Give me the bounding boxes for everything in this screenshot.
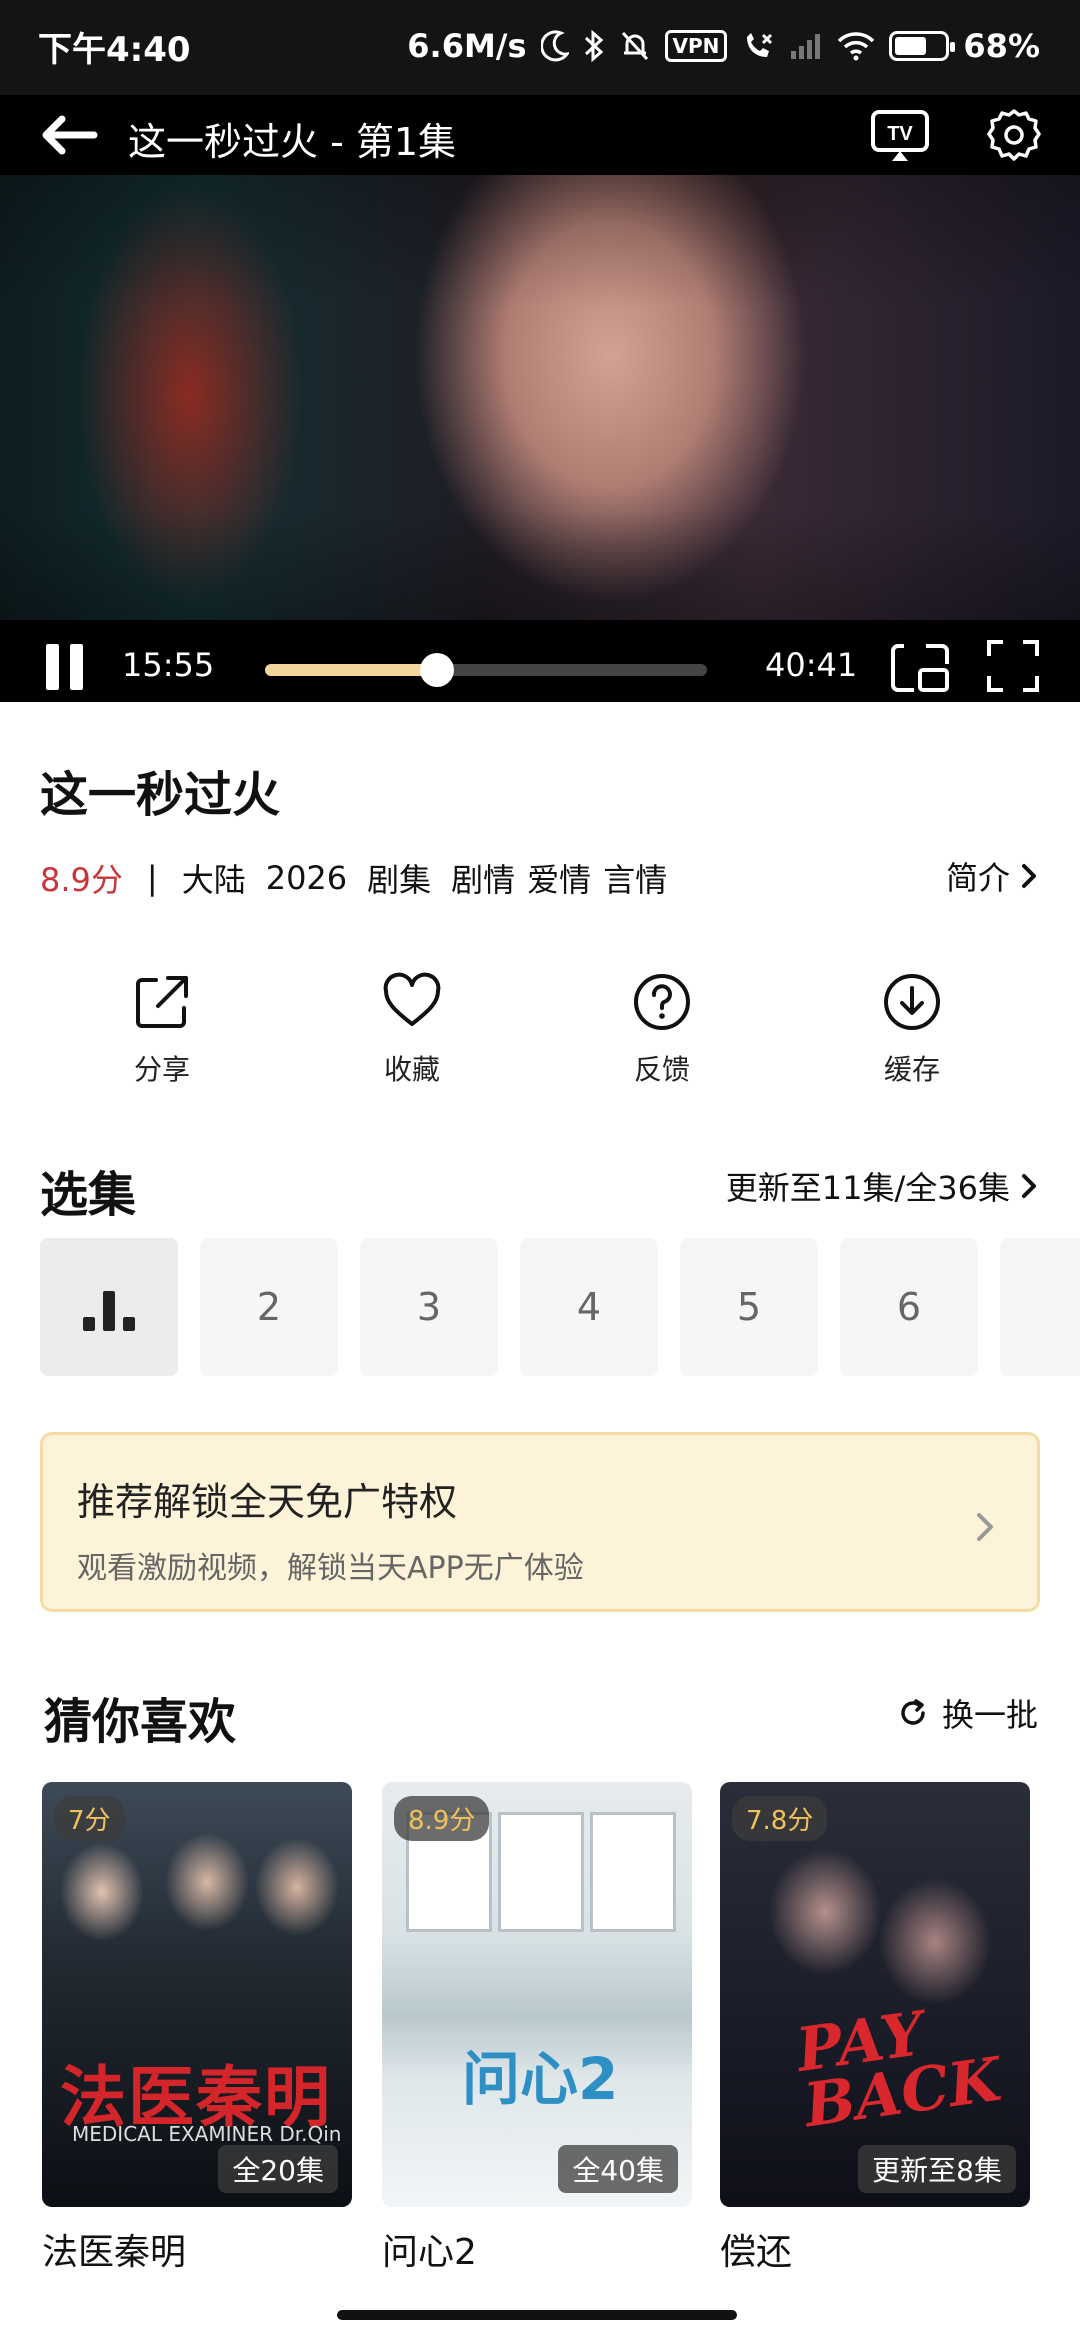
poster-image[interactable]: PAY BACK 7.8分 更新至8集 bbox=[720, 1782, 1030, 2207]
download-button[interactable]: 缓存 bbox=[832, 970, 992, 1088]
show-meta: 8.9分 | 大陆 2026 剧集 剧情 爱情 言情 bbox=[40, 855, 687, 901]
progress-fill bbox=[265, 664, 438, 676]
episode-button[interactable]: 2 bbox=[200, 1238, 338, 1376]
episode-list: 2 3 4 5 6 bbox=[40, 1238, 1080, 1378]
poster-score-badge: 8.9分 bbox=[394, 1796, 490, 1841]
tv-cast-icon[interactable]: TV bbox=[870, 109, 930, 163]
episode-1-button[interactable] bbox=[40, 1238, 178, 1376]
chevron-right-icon bbox=[1022, 1174, 1036, 1198]
player-top-bar: 这一秒过火 - 第1集 TV bbox=[0, 95, 1080, 175]
recommend-title: 猜你喜欢 bbox=[44, 1694, 237, 1750]
current-time: 15:55 bbox=[122, 646, 215, 684]
player-title: 这一秒过火 - 第1集 bbox=[128, 120, 457, 164]
network-speed: 6.6M/s bbox=[407, 27, 527, 65]
ad-free-promo-banner[interactable]: 推荐解锁全天免广特权 观看激励视频，解锁当天APP无广体验 bbox=[40, 1432, 1040, 1612]
action-bar: 分享 收藏 反馈 缓存 bbox=[0, 970, 1080, 1090]
refresh-button[interactable]: 换一批 bbox=[898, 1690, 1038, 1736]
gear-icon[interactable] bbox=[986, 107, 1042, 163]
poster-score-badge: 7分 bbox=[54, 1796, 125, 1841]
favorite-button[interactable]: 收藏 bbox=[332, 970, 492, 1088]
episode-button[interactable]: 6 bbox=[840, 1238, 978, 1376]
episode-button-partial[interactable] bbox=[1000, 1238, 1080, 1376]
show-tag: 剧集 bbox=[367, 861, 432, 899]
show-tag: 言情 bbox=[603, 861, 668, 899]
home-indicator[interactable] bbox=[337, 2310, 737, 2320]
poster-episode-badge: 更新至8集 bbox=[858, 2145, 1016, 2193]
refresh-label: 换一批 bbox=[941, 1696, 1038, 1734]
feedback-label: 反馈 bbox=[633, 1053, 690, 1086]
progress-handle[interactable] bbox=[420, 653, 455, 687]
status-icons: 6.6M/s VPN 68% bbox=[407, 18, 1040, 74]
wifi-icon bbox=[837, 31, 875, 61]
svg-text:TV: TV bbox=[887, 123, 913, 145]
show-tag: 2026 bbox=[265, 859, 348, 897]
vpn-icon: VPN bbox=[664, 30, 728, 62]
episode-button[interactable]: 3 bbox=[360, 1238, 498, 1376]
share-button[interactable]: 分享 bbox=[82, 970, 242, 1088]
bluetooth-icon bbox=[583, 29, 605, 63]
show-tag: 爱情 bbox=[527, 861, 592, 899]
card-title[interactable]: 问心2 bbox=[382, 2223, 692, 2275]
moon-icon bbox=[540, 30, 569, 62]
heart-icon bbox=[380, 970, 444, 1034]
show-tag: 剧情 bbox=[451, 861, 516, 899]
status-bar: 下午4:40 6.6M/s VPN 68% bbox=[0, 0, 1080, 95]
pause-icon[interactable] bbox=[46, 644, 84, 690]
recommend-card[interactable]: PAY BACK 7.8分 更新至8集 偿还 bbox=[720, 1782, 1030, 2275]
fullscreen-icon[interactable] bbox=[985, 638, 1041, 694]
poster-title-art: 问心2 bbox=[462, 2045, 619, 2113]
bell-off-icon bbox=[619, 29, 651, 63]
player-controls: 15:55 40:41 bbox=[0, 620, 1080, 702]
chevron-right-icon bbox=[1022, 864, 1036, 888]
feedback-button[interactable]: 反馈 bbox=[582, 970, 742, 1088]
call-off-icon bbox=[741, 29, 775, 63]
share-label: 分享 bbox=[133, 1053, 190, 1086]
show-score: 8.9分 bbox=[40, 861, 123, 899]
card-title[interactable]: 偿还 bbox=[720, 2223, 1030, 2275]
episode-button[interactable]: 5 bbox=[680, 1238, 818, 1376]
episode-button[interactable]: 4 bbox=[520, 1238, 658, 1376]
promo-subtitle: 观看激励视频，解锁当天APP无广体验 bbox=[77, 1551, 584, 1586]
recommend-list: 法医秦明 MEDICAL EXAMINER Dr.Qin 7分 全20集 法医秦… bbox=[42, 1782, 1042, 2282]
meta-separator: | bbox=[146, 859, 158, 897]
download-label: 缓存 bbox=[883, 1053, 940, 1086]
recommend-card[interactable]: 问心2 8.9分 全40集 问心2 bbox=[382, 1782, 692, 2275]
favorite-label: 收藏 bbox=[383, 1053, 440, 1086]
episodes-update-info: 更新至11集/全36集 bbox=[725, 1169, 1010, 1207]
poster-subtitle-art: MEDICAL EXAMINER Dr.Qin bbox=[72, 2122, 342, 2146]
status-time: 下午4:40 bbox=[38, 30, 191, 70]
show-title: 这一秒过火 bbox=[40, 767, 281, 823]
intro-label: 简介 bbox=[945, 859, 1010, 897]
poster-episode-badge: 全20集 bbox=[218, 2145, 338, 2193]
playing-indicator-icon bbox=[79, 1277, 139, 1337]
poster-episode-badge: 全40集 bbox=[558, 2145, 678, 2193]
download-icon bbox=[880, 970, 944, 1034]
poster-image[interactable]: 法医秦明 MEDICAL EXAMINER Dr.Qin 7分 全20集 bbox=[42, 1782, 352, 2207]
intro-button[interactable]: 简介 bbox=[946, 853, 1038, 899]
question-icon bbox=[630, 970, 694, 1034]
signal-icon bbox=[789, 31, 823, 61]
chevron-right-icon bbox=[973, 1507, 997, 1547]
battery-icon bbox=[889, 31, 956, 61]
recommend-card[interactable]: 法医秦明 MEDICAL EXAMINER Dr.Qin 7分 全20集 法医秦… bbox=[42, 1782, 352, 2275]
back-icon[interactable] bbox=[40, 113, 100, 157]
picture-in-picture-icon[interactable] bbox=[890, 640, 950, 696]
battery-level bbox=[895, 37, 927, 55]
poster-title-art: PAY BACK bbox=[792, 1998, 1006, 2142]
episodes-more-button[interactable]: 更新至11集/全36集 bbox=[726, 1163, 1038, 1209]
total-time: 40:41 bbox=[765, 646, 858, 684]
progress-bar[interactable] bbox=[265, 653, 707, 687]
promo-title: 推荐解锁全天免广特权 bbox=[77, 1480, 458, 1524]
show-tag: 大陆 bbox=[181, 861, 246, 899]
video-player[interactable]: 这一秒过火 - 第1集 TV 15:55 40:41 bbox=[0, 95, 1080, 702]
card-title[interactable]: 法医秦明 bbox=[42, 2223, 352, 2275]
battery-percent: 68% bbox=[963, 27, 1040, 65]
episodes-title: 选集 bbox=[40, 1167, 137, 1223]
refresh-icon bbox=[901, 1699, 925, 1725]
poster-score-badge: 7.8分 bbox=[732, 1796, 828, 1841]
share-icon bbox=[130, 970, 194, 1034]
poster-image[interactable]: 问心2 8.9分 全40集 bbox=[382, 1782, 692, 2207]
